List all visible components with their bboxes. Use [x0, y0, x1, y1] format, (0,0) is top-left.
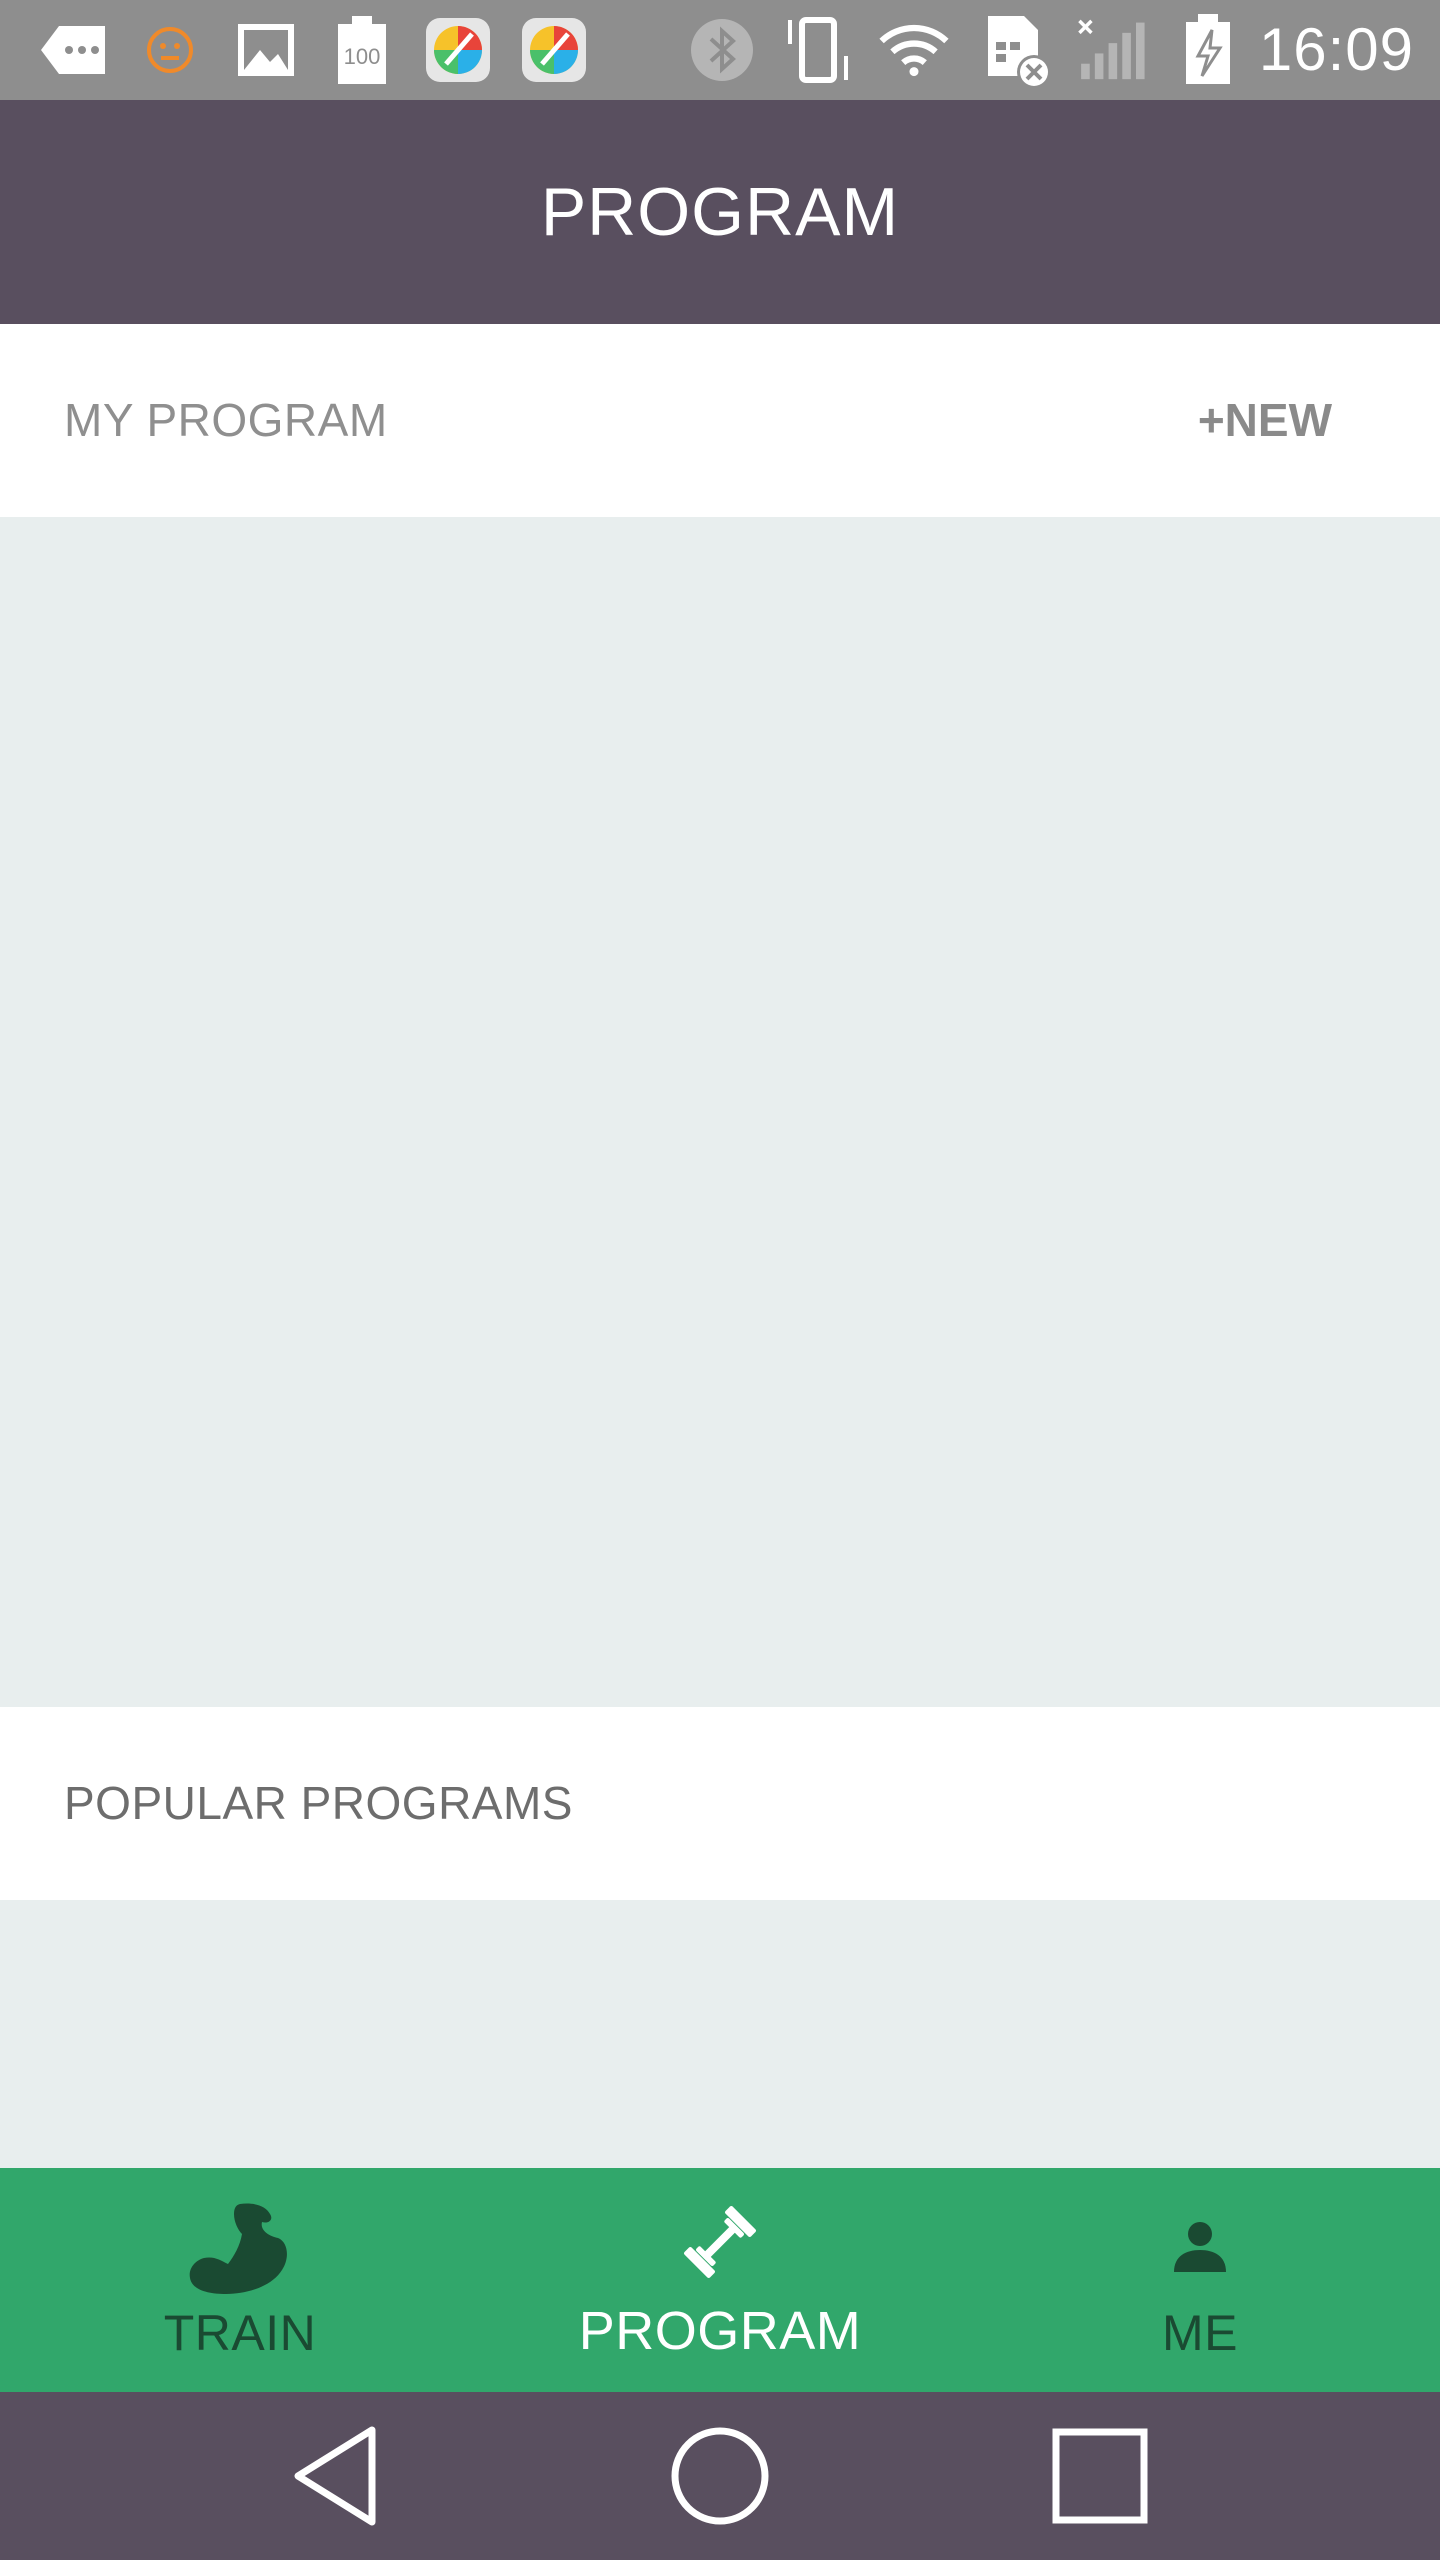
nav-label-program: PROGRAM — [578, 2301, 862, 2361]
app-bar: PROGRAM — [0, 100, 1440, 324]
page-title: PROGRAM — [540, 174, 900, 250]
battery-100-icon: 100 — [326, 14, 398, 86]
new-program-button[interactable]: +NEW — [1198, 370, 1332, 470]
popular-programs-header: POPULAR PROGRAMS — [0, 1707, 1440, 1900]
status-bar: 100 16:09 — [0, 0, 1440, 100]
system-nav-bar — [0, 2392, 1440, 2560]
person-icon — [1172, 2220, 1228, 2281]
nav-tab-me[interactable]: ME — [960, 2168, 1440, 2392]
face-icon — [134, 14, 206, 86]
image-icon — [230, 14, 302, 86]
battery-percent-text: 100 — [344, 44, 381, 69]
signal-none-icon — [1076, 14, 1148, 86]
status-time: 16:09 — [1258, 16, 1414, 83]
vibrate-icon — [782, 14, 854, 86]
back-icon[interactable] — [280, 2416, 400, 2536]
bluetooth-icon — [686, 14, 758, 86]
muscle-arm-icon — [188, 2200, 292, 2305]
my-program-header: MY PROGRAM +NEW — [0, 324, 1440, 517]
recents-icon[interactable] — [1040, 2416, 1160, 2536]
battery-charging-icon — [1172, 14, 1244, 86]
my-program-title: MY PROGRAM — [64, 394, 388, 446]
bottom-nav: TRAIN PROGRAM ME — [0, 2168, 1440, 2392]
my-program-list — [0, 517, 1440, 1707]
popular-programs-list — [0, 1900, 1440, 2168]
app-launcher-icon — [422, 14, 494, 86]
nav-tab-train[interactable]: TRAIN — [0, 2168, 480, 2392]
nav-label-me: ME — [1162, 2305, 1238, 2361]
app-launcher-icon — [518, 14, 590, 86]
dumbbell-icon — [680, 2202, 760, 2287]
popular-programs-title: POPULAR PROGRAMS — [64, 1777, 573, 1829]
sim-off-icon — [984, 14, 1056, 89]
more-dots-icon — [38, 14, 110, 86]
home-icon[interactable] — [660, 2416, 780, 2536]
wifi-icon — [878, 14, 950, 86]
nav-label-train: TRAIN — [163, 2305, 317, 2361]
nav-tab-program[interactable]: PROGRAM — [480, 2168, 960, 2392]
